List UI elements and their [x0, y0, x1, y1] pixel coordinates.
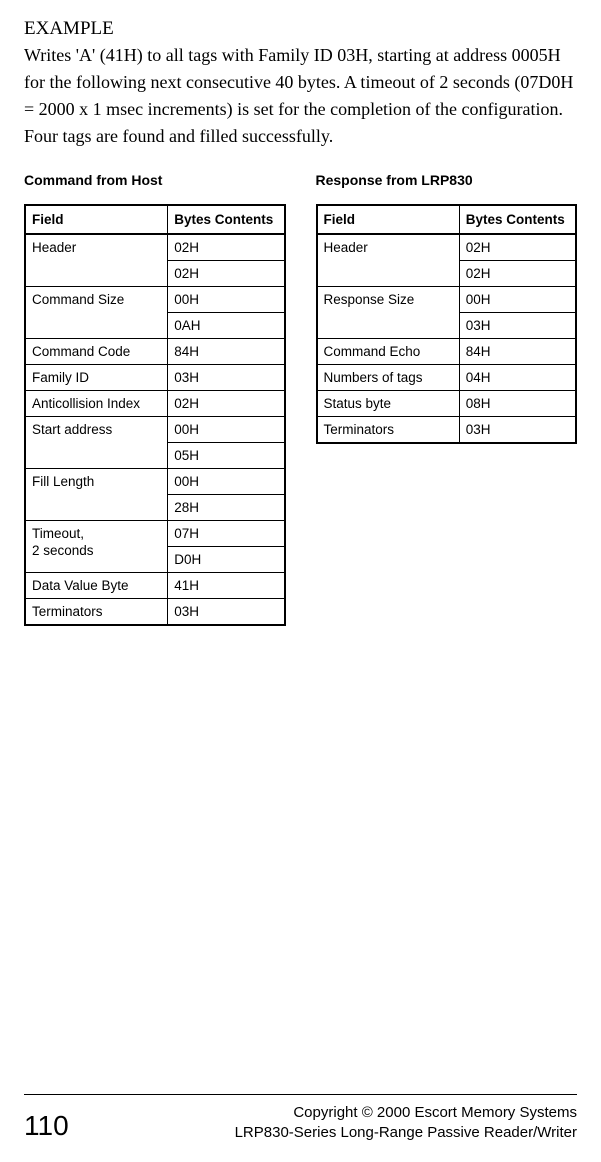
table-field-cell: Status byte	[317, 391, 460, 417]
footer-text: Copyright © 2000 Escort Memory Systems L…	[235, 1103, 577, 1142]
right-table-title: Response from LRP830	[316, 172, 578, 188]
table-bytes-cell: 41H	[168, 573, 285, 599]
table-bytes-cell: 02H	[168, 391, 285, 417]
left-table: Field Bytes Contents Header02H02HCommand…	[24, 204, 286, 626]
table-bytes-cell: 0AH	[168, 313, 285, 339]
table-field-cell: Terminators	[317, 417, 460, 444]
table-bytes-cell: 07H	[168, 521, 285, 547]
left-header-bytes: Bytes Contents	[168, 205, 285, 234]
table-bytes-cell: 08H	[459, 391, 576, 417]
table-bytes-cell: 02H	[459, 261, 576, 287]
table-bytes-cell: 84H	[168, 339, 285, 365]
right-table: Field Bytes Contents Header02H02HRespons…	[316, 204, 578, 444]
table-bytes-cell: 03H	[459, 417, 576, 444]
table-field-cell: Header	[25, 234, 168, 287]
right-table-body: Header02H02HResponse Size00H03HCommand E…	[317, 234, 577, 443]
table-bytes-cell: D0H	[168, 547, 285, 573]
table-bytes-cell: 28H	[168, 495, 285, 521]
left-header-field: Field	[25, 205, 168, 234]
table-bytes-cell: 04H	[459, 365, 576, 391]
tables-container: Command from Host Field Bytes Contents H…	[24, 172, 577, 626]
table-field-cell: Timeout,2 seconds	[25, 521, 168, 573]
footer-line2: LRP830-Series Long-Range Passive Reader/…	[235, 1124, 577, 1141]
right-header-bytes: Bytes Contents	[459, 205, 576, 234]
left-table-title: Command from Host	[24, 172, 286, 188]
table-bytes-cell: 84H	[459, 339, 576, 365]
table-field-cell: Header	[317, 234, 460, 287]
example-heading: EXAMPLE	[24, 18, 577, 40]
page-footer: 110 Copyright © 2000 Escort Memory Syste…	[24, 1094, 577, 1142]
table-bytes-cell: 00H	[459, 287, 576, 313]
table-bytes-cell: 00H	[168, 287, 285, 313]
right-table-block: Response from LRP830 Field Bytes Content…	[316, 172, 578, 444]
left-table-block: Command from Host Field Bytes Contents H…	[24, 172, 286, 626]
table-bytes-cell: 00H	[168, 417, 285, 443]
table-field-cell: Command Size	[25, 287, 168, 339]
footer-line1: Copyright © 2000 Escort Memory Systems	[293, 1104, 577, 1121]
table-field-cell: Fill Length	[25, 469, 168, 521]
table-bytes-cell: 03H	[168, 599, 285, 626]
left-table-body: Header02H02HCommand Size00H0AHCommand Co…	[25, 234, 285, 625]
table-bytes-cell: 02H	[459, 234, 576, 261]
table-bytes-cell: 03H	[168, 365, 285, 391]
table-field-cell: Terminators	[25, 599, 168, 626]
page-number: 110	[24, 1110, 69, 1142]
table-bytes-cell: 02H	[168, 234, 285, 261]
table-field-cell: Anticollision Index	[25, 391, 168, 417]
table-bytes-cell: 03H	[459, 313, 576, 339]
table-field-cell: Command Code	[25, 339, 168, 365]
table-field-cell: Response Size	[317, 287, 460, 339]
example-paragraph: Writes 'A' (41H) to all tags with Family…	[24, 42, 577, 150]
table-bytes-cell: 02H	[168, 261, 285, 287]
table-bytes-cell: 05H	[168, 443, 285, 469]
table-field-cell: Numbers of tags	[317, 365, 460, 391]
table-field-cell: Family ID	[25, 365, 168, 391]
table-bytes-cell: 00H	[168, 469, 285, 495]
table-field-cell: Command Echo	[317, 339, 460, 365]
table-field-cell: Start address	[25, 417, 168, 469]
table-field-cell: Data Value Byte	[25, 573, 168, 599]
right-header-field: Field	[317, 205, 460, 234]
